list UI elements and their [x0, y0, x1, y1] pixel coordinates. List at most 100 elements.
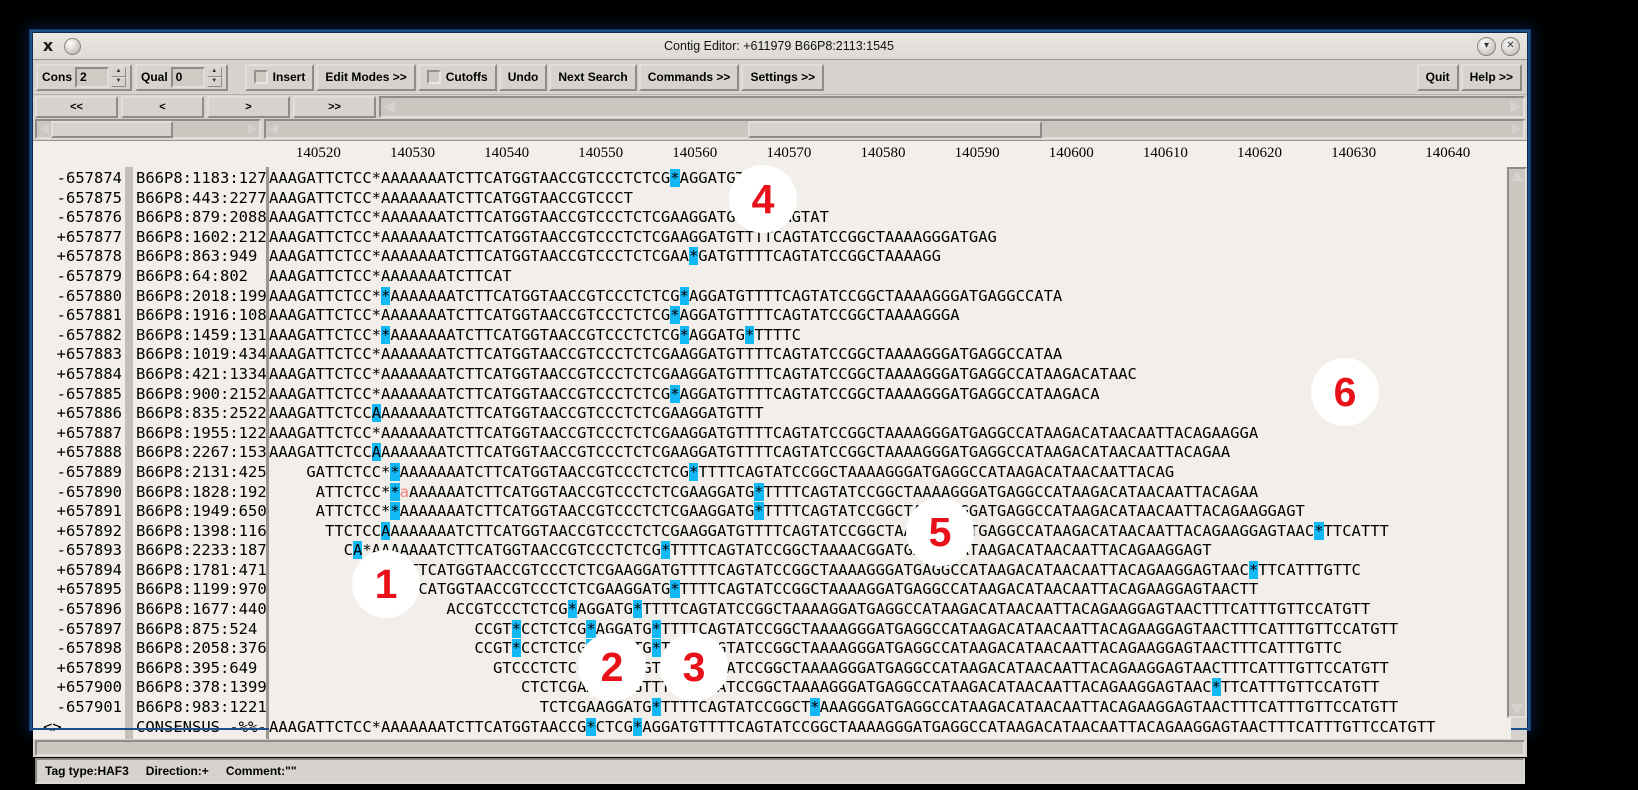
consensus-nav-marker[interactable]: <> [33, 718, 125, 738]
read-number[interactable]: -657898 [33, 639, 125, 659]
read-name[interactable]: B66P8:983:1221 [133, 698, 267, 718]
table-row[interactable]: CTCTCGAAGGATGTTTTCAGTATCCGGCTAAAAGGGATGA… [269, 678, 1507, 698]
read-name[interactable]: B66P8:875:524 [133, 620, 266, 640]
insert-checkbox-icon[interactable] [253, 70, 268, 84]
read-name[interactable]: B66P8:2233:187 [133, 541, 267, 561]
read-number[interactable]: +657884 [33, 365, 125, 385]
read-name[interactable]: B66P8:1459:131 [133, 326, 267, 346]
read-number[interactable]: +657899 [33, 659, 125, 679]
table-row[interactable]: AAAGATTCTCC*AAAAAAATCTTCATGGTAACCGTCCCTC… [269, 424, 1507, 444]
table-row[interactable]: TCATGGTAACCGTCCCTCTCGAAGGATG*TTTTCAGTATC… [269, 580, 1507, 600]
ruler-scrollbar[interactable] [379, 96, 1525, 118]
read-name[interactable]: B66P8:863:949 [133, 247, 266, 267]
table-row[interactable]: AAAGATTCTCCAAAAAAAATCTTCATGGTAACCGTCCCTC… [269, 443, 1507, 463]
read-number[interactable]: +657894 [33, 561, 125, 581]
read-name[interactable]: B66P8:879:2088 [133, 208, 267, 228]
nav-prev-button[interactable]: < [121, 96, 204, 118]
commands-button[interactable]: Commands >> [638, 63, 740, 91]
table-row[interactable]: AAAGATTCTCC**AAAAAAATCTTCATGGTAACCGTCCCT… [269, 325, 1507, 346]
read-number[interactable]: +657892 [33, 522, 125, 542]
settings-button[interactable]: Settings >> [741, 63, 825, 91]
read-name[interactable]: B66P8:1183:127 [133, 169, 267, 189]
table-row[interactable]: AAAGATTCTCC*AAAAAAATCTTCATGGTAACCGTCCCTC… [269, 345, 1507, 365]
names-scroll-left-icon[interactable] [37, 124, 51, 134]
table-row[interactable]: AAAGATTCTCC*AAAAAAATCTTCATGGTAACCGTCCCTC… [269, 306, 1507, 326]
read-number[interactable]: -657897 [33, 620, 125, 640]
cons-stepper[interactable]: ▲ ▼ [111, 67, 126, 87]
read-number[interactable]: +657883 [33, 345, 125, 365]
cutoffs-checkbox-icon[interactable] [426, 70, 441, 84]
scroll-up-icon[interactable] [1511, 171, 1523, 181]
table-row[interactable]: AATCTTCATGGTAACCGTCCCTCTCGAAGGATGTTTTCAG… [269, 560, 1507, 581]
read-name[interactable]: B66P8:1019:434 [133, 345, 267, 365]
names-scroll-right-icon[interactable] [245, 124, 259, 134]
read-name[interactable]: B66P8:395:649 [133, 659, 266, 679]
table-row[interactable]: GTCCCTCTCGAAGGATGTTTTCAGTATCCGGCTAAAAGGG… [269, 659, 1507, 679]
read-number[interactable]: +657886 [33, 404, 125, 424]
table-row[interactable]: TCTCGAAGGATG*TTTTCAGTATCCGGCT*AAAGGGATGA… [269, 698, 1507, 718]
read-number[interactable]: -657890 [33, 483, 125, 503]
read-number[interactable]: -657889 [33, 463, 125, 483]
names-scroll-thumb[interactable] [51, 120, 173, 138]
read-number[interactable]: -657876 [33, 208, 125, 228]
read-number[interactable]: -657881 [33, 306, 125, 326]
table-row[interactable]: GATTCTCC**AAAAAAATCTTCATGGTAACCGTCCCTCTC… [269, 462, 1507, 483]
read-number[interactable]: +657895 [33, 580, 125, 600]
table-row[interactable]: ATTCTCC**aAAAAAATCTTCATGGTAACCGTCCCTCTCG… [269, 482, 1507, 503]
close-icon[interactable]: ✕ [1501, 36, 1520, 56]
sequence-scrollbar[interactable] [264, 119, 1525, 139]
scroll-right-icon[interactable] [1507, 98, 1523, 116]
read-name[interactable]: B66P8:1916:108 [133, 306, 267, 326]
table-row[interactable]: CA*AAAAAAATCTTCATGGTAACCGTCCCTCTCG*TTTTC… [269, 541, 1507, 561]
read-name[interactable]: B66P8:1949:650 [133, 502, 267, 522]
read-number[interactable]: +657887 [33, 424, 125, 444]
bottom-scroll-track[interactable] [37, 742, 1523, 754]
table-row[interactable]: AAAGATTCTCC*AAAAAAATCTTCATGGTAACCGTCCCTC… [269, 228, 1507, 248]
chevron-down-icon[interactable]: ▾ [1477, 36, 1496, 56]
table-row[interactable]: AAAGATTCTCC**AAAAAAATCTTCATGGTAACCGTCCCT… [269, 286, 1507, 307]
read-name[interactable]: B66P8:900:2152 [133, 385, 267, 405]
table-row[interactable]: AAAGATTCTCC*AAAAAAATCTTCATGGTAACCGTCCCTC… [269, 247, 1507, 267]
read-number[interactable]: -657893 [33, 541, 125, 561]
ruler-scrollbar-track[interactable] [397, 98, 1507, 116]
table-row[interactable]: AAAGATTCTCC*AAAAAAATCTTCATGGTAACCGTCCCTC… [269, 208, 1507, 228]
table-row[interactable]: CCGT*CCTCTCG*AGGATG*TTTTCAGTATCCGGCTAAAA… [269, 639, 1507, 659]
seq-scroll-track-right[interactable] [1042, 121, 1510, 137]
names-scrollbar[interactable] [35, 119, 261, 139]
read-name[interactable]: B66P8:64:802 [133, 267, 266, 287]
seq-scroll-track-left[interactable] [280, 121, 748, 137]
read-name[interactable]: B66P8:2018:199 [133, 287, 267, 307]
read-name[interactable]: B66P8:1602:212 [133, 228, 267, 248]
read-number[interactable]: +657877 [33, 228, 125, 248]
cons-value[interactable]: 2 [75, 66, 109, 88]
seq-scroll-thumb[interactable] [747, 120, 1042, 138]
read-number[interactable]: -657880 [33, 287, 125, 307]
read-name[interactable]: B66P8:2131:425 [133, 463, 267, 483]
window-menu-icon[interactable] [64, 37, 81, 55]
read-name[interactable]: B66P8:1398:116 [133, 522, 267, 542]
table-row[interactable]: TTCTCCAAAAAAAATCTTCATGGTAACCGTCCCTCTCGAA… [269, 521, 1507, 542]
read-name[interactable]: B66P8:1199:970 [133, 580, 267, 600]
vertical-scrollbar[interactable] [1507, 167, 1527, 718]
scroll-down-icon[interactable] [1511, 704, 1523, 714]
cutoffs-toggle[interactable]: Cutoffs [417, 63, 497, 91]
help-button[interactable]: Help >> [1460, 63, 1522, 91]
read-name[interactable]: B66P8:443:2277 [133, 189, 267, 209]
read-name[interactable]: B66P8:1781:471 [133, 561, 267, 581]
table-row[interactable]: AAAGATTCTCC*AAAAAAATCTTCATGGTAACCGTCCCTC… [269, 169, 1507, 189]
names-scroll-track[interactable] [173, 121, 245, 137]
bottom-scrollbar[interactable] [35, 740, 1525, 756]
read-name[interactable]: B66P8:1955:122 [133, 424, 267, 444]
table-row[interactable]: AAAGATTCTCC*AAAAAAATCTTCATGGTAACCGTCCCT [269, 189, 1507, 209]
read-number[interactable]: +657900 [33, 678, 125, 698]
read-number[interactable]: -657901 [33, 698, 125, 718]
read-number[interactable]: -657896 [33, 600, 125, 620]
seq-scroll-right-icon[interactable] [1509, 124, 1523, 134]
read-number[interactable]: +657891 [33, 502, 125, 522]
read-name[interactable]: B66P8:2267:153 [133, 443, 267, 463]
read-number[interactable]: -657874 [33, 169, 125, 189]
read-name[interactable]: B66P8:421:1334 [133, 365, 267, 385]
read-name[interactable]: B66P8:1677:440 [133, 600, 267, 620]
read-number[interactable]: -657882 [33, 326, 125, 346]
edit-modes-button[interactable]: Edit Modes >> [316, 63, 416, 91]
